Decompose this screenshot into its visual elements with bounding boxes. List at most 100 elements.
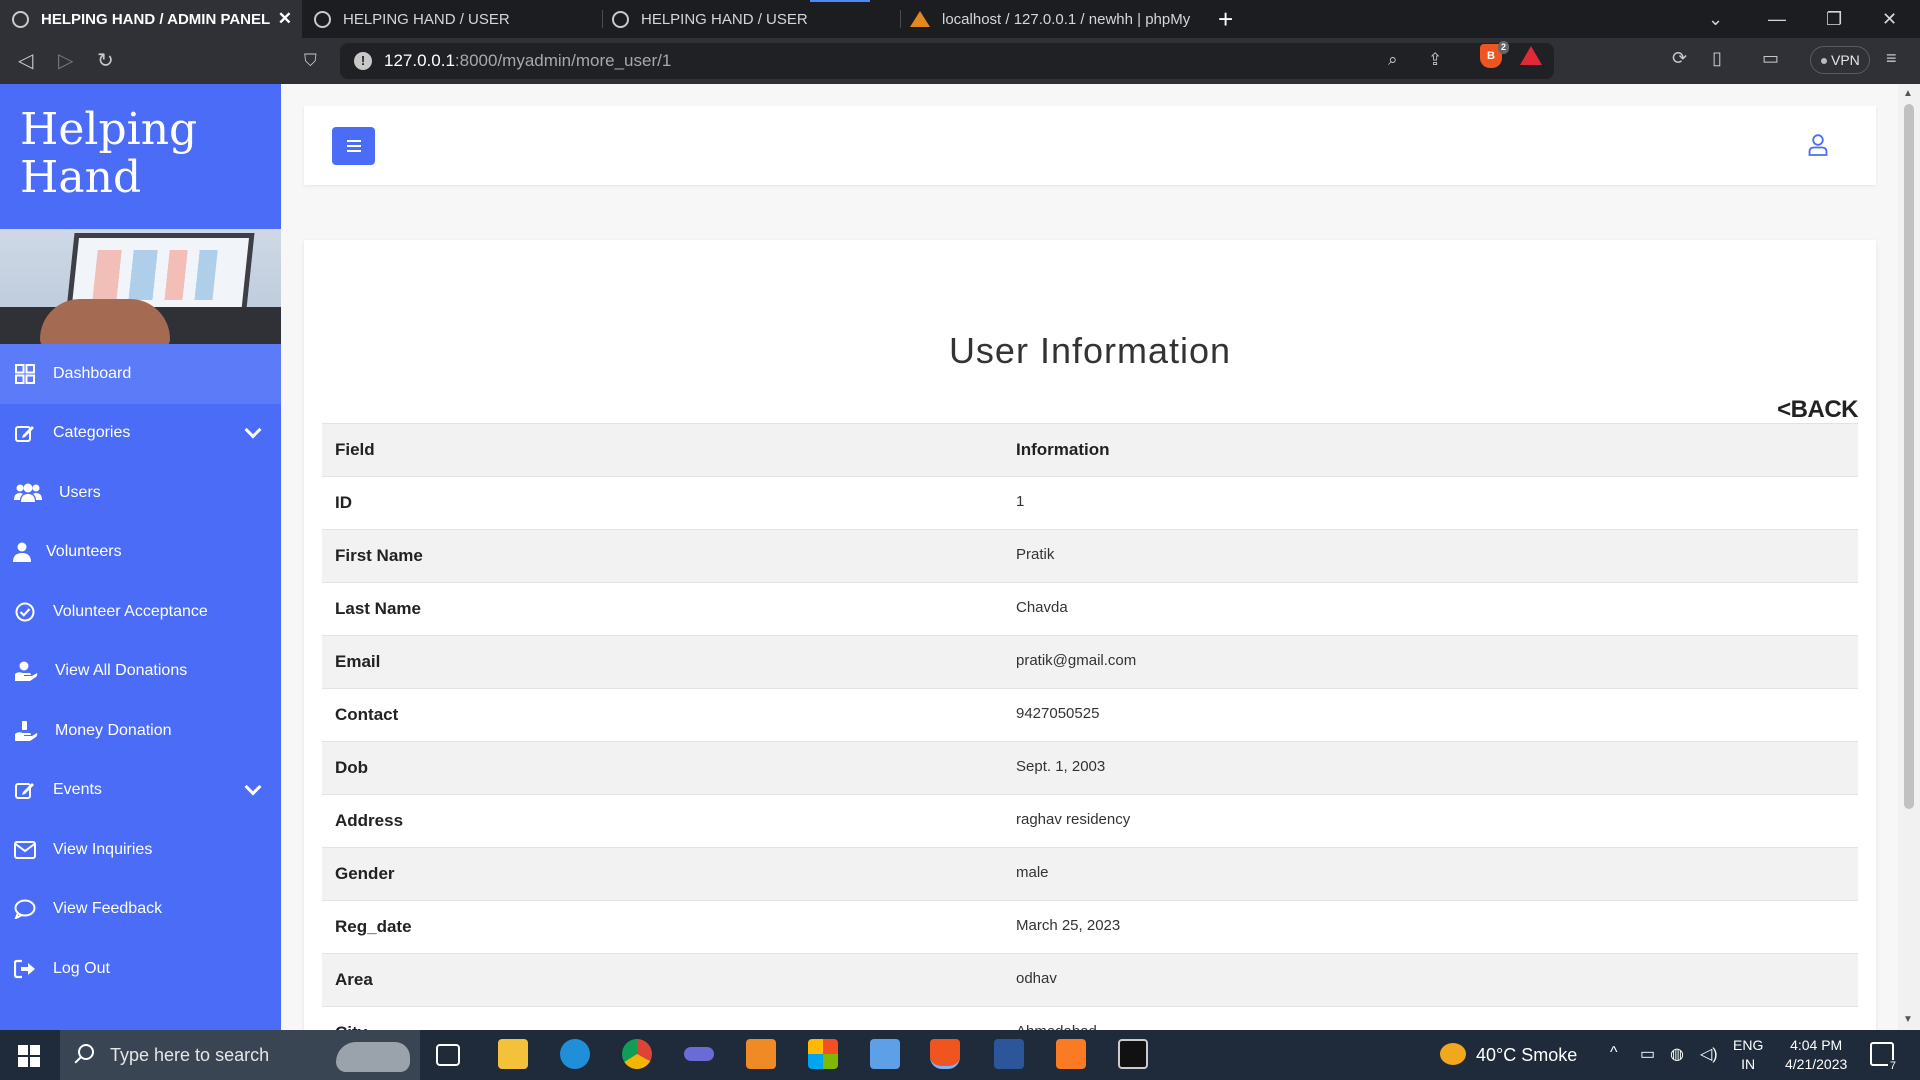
volume-icon[interactable]: ◁) xyxy=(1700,1044,1718,1064)
browser-menu-icon[interactable]: ≡ xyxy=(1886,48,1897,69)
word-icon[interactable] xyxy=(994,1039,1024,1069)
back-link[interactable]: <BACK xyxy=(1777,396,1858,424)
minimize-icon[interactable]: — xyxy=(1768,4,1786,34)
field-value: Pratik xyxy=(1016,545,1055,563)
scroll-up-icon[interactable]: ▲ xyxy=(1903,88,1913,99)
field-value: Chavda xyxy=(1016,598,1068,616)
user-information-card: User Information <BACK Field Information… xyxy=(304,240,1876,1030)
field-value: odhav xyxy=(1016,969,1057,987)
search-app-icon[interactable] xyxy=(870,1039,900,1069)
tray-chevron-up-icon[interactable]: ^ xyxy=(1610,1044,1618,1062)
field-value: March 25, 2023 xyxy=(1016,916,1121,934)
sidebar-item-view-feedback[interactable]: View Feedback xyxy=(0,880,281,940)
table-header-row: Field Information xyxy=(322,423,1858,477)
windows-start-icon[interactable] xyxy=(18,1045,40,1067)
tab-search-chevron-icon[interactable]: ⌄ xyxy=(1708,4,1723,34)
close-icon[interactable]: ✕ xyxy=(278,9,292,29)
network-icon[interactable]: ◍ xyxy=(1670,1044,1684,1064)
wallet-sync-icon[interactable]: ⟳ xyxy=(1672,48,1687,69)
forward-arrow-icon[interactable]: ▷ xyxy=(58,46,73,76)
logout-icon xyxy=(12,958,38,980)
brand-logo[interactable]: Helping Hand xyxy=(20,106,197,202)
scrollbar-thumb[interactable] xyxy=(1904,104,1914,809)
sublime-text-icon[interactable] xyxy=(746,1039,776,1069)
phpmyadmin-icon xyxy=(910,11,930,27)
sidebar-item-volunteers[interactable]: Volunteers xyxy=(0,523,281,583)
bookmark-icon[interactable]: ⛉ xyxy=(304,46,317,76)
hamburger-menu-button[interactable] xyxy=(332,127,375,165)
sidebar-item-view-all-donations[interactable]: View All Donations xyxy=(0,642,281,702)
edit-icon xyxy=(12,422,38,444)
restore-icon[interactable]: ❐ xyxy=(1826,4,1842,34)
address-bar[interactable]: ! 127.0.0.1:8000/myadmin/more_user/1 ⌕ ⇪ xyxy=(340,43,1554,79)
window-close-icon[interactable]: ✕ xyxy=(1882,4,1897,34)
tab-title: HELPING HAND / USER xyxy=(343,10,510,28)
wallet-icon[interactable]: ▭ xyxy=(1762,48,1779,69)
tab-title: localhost / 127.0.0.1 / newhh | phpMy xyxy=(942,10,1191,28)
tab-admin-panel[interactable]: HELPING HAND / ADMIN PANEL ✕ xyxy=(0,0,302,38)
field-label: City xyxy=(322,1007,1003,1030)
vpn-button[interactable]: VPN xyxy=(1810,46,1870,74)
weather-text[interactable]: 40°C Smoke xyxy=(1476,1045,1577,1066)
edge-icon[interactable] xyxy=(560,1039,590,1069)
sidebar-item-label: Users xyxy=(59,483,101,501)
check-circle-icon xyxy=(12,601,38,623)
store-icon[interactable] xyxy=(808,1039,838,1069)
language-region: IN xyxy=(1741,1056,1756,1072)
user-profile-icon[interactable] xyxy=(1808,134,1828,156)
sidebar-item-label: View Feedback xyxy=(53,900,163,918)
brave-shields-icon[interactable]: B2 xyxy=(1480,41,1509,68)
tab-phpmyadmin[interactable]: localhost / 127.0.0.1 / newhh | phpMy xyxy=(898,0,1204,38)
back-arrow-icon[interactable]: ◁ xyxy=(18,46,33,76)
brave-rewards-icon[interactable] xyxy=(1520,46,1542,65)
brave-browser-icon[interactable] xyxy=(930,1039,960,1069)
shield-count: 2 xyxy=(1497,41,1509,54)
tab-user-2[interactable]: HELPING HAND / USER xyxy=(600,0,898,38)
sidebar-item-dashboard[interactable]: Dashboard xyxy=(0,344,281,404)
brand-line-1: Helping xyxy=(20,104,198,155)
envelope-icon xyxy=(12,839,38,861)
infinity-app-icon[interactable] xyxy=(684,1047,714,1061)
xampp-icon[interactable] xyxy=(1056,1039,1086,1069)
sidebar-item-view-inquiries[interactable]: View Inquiries xyxy=(0,820,281,880)
brand-line-2: Hand xyxy=(20,152,142,203)
sidebar-item-categories[interactable]: Categories xyxy=(0,404,281,464)
sidebar-item-log-out[interactable]: Log Out xyxy=(0,939,281,999)
share-icon[interactable]: ⇪ xyxy=(1428,50,1442,70)
system-clock[interactable]: 4:04 PM 4/21/2023 xyxy=(1785,1036,1847,1074)
new-tab-button[interactable]: + xyxy=(1218,4,1233,34)
terminal-icon[interactable] xyxy=(1118,1039,1148,1069)
chrome-icon[interactable] xyxy=(622,1039,652,1069)
url-text[interactable]: 127.0.0.1:8000/myadmin/more_user/1 xyxy=(384,51,671,71)
field-value: 9427050525 xyxy=(1016,704,1100,722)
language-indicator[interactable]: ENG IN xyxy=(1733,1036,1763,1074)
globe-icon xyxy=(612,10,629,28)
hands-image xyxy=(40,299,170,344)
browser-tab-bar: HELPING HAND / ADMIN PANEL ✕ HELPING HAN… xyxy=(0,0,1920,38)
chevron-down-icon[interactable] xyxy=(244,778,262,795)
notification-center-icon[interactable]: 7 xyxy=(1870,1042,1898,1072)
zoom-icon[interactable]: ⌕ xyxy=(1388,50,1398,70)
page-title: User Information xyxy=(948,330,1232,371)
chevron-down-icon[interactable] xyxy=(244,421,262,438)
vpn-label: VPN xyxy=(1831,52,1860,68)
site-info-icon[interactable]: ! xyxy=(354,52,372,70)
scroll-down-icon[interactable]: ▼ xyxy=(1903,1014,1913,1025)
url-path: :8000/myadmin/more_user/1 xyxy=(454,51,672,70)
reload-icon[interactable]: ↻ xyxy=(97,46,114,76)
sidebar-item-money-donation[interactable]: Money Donation xyxy=(0,701,281,761)
field-label: First Name xyxy=(335,546,423,565)
battery-icon[interactable]: ▭ xyxy=(1640,1044,1655,1064)
sidebar-item-events[interactable]: Events xyxy=(0,761,281,821)
tab-user-1[interactable]: HELPING HAND / USER xyxy=(302,0,600,38)
field-label: Reg_date xyxy=(335,917,412,936)
sidebar-item-volunteer-acceptance[interactable]: Volunteer Acceptance xyxy=(0,582,281,642)
sidebar-toggle-icon[interactable]: ▯ xyxy=(1712,48,1722,69)
user-icon xyxy=(12,541,32,563)
file-explorer-icon[interactable] xyxy=(498,1039,528,1069)
page-scrollbar[interactable]: ▲ ▼ xyxy=(1898,84,1920,1030)
sidebar-item-users[interactable]: Users xyxy=(0,463,281,523)
task-view-icon[interactable] xyxy=(436,1044,460,1066)
table-row: Email pratik@gmail.com xyxy=(322,635,1858,689)
weather-icon[interactable] xyxy=(1440,1043,1466,1065)
